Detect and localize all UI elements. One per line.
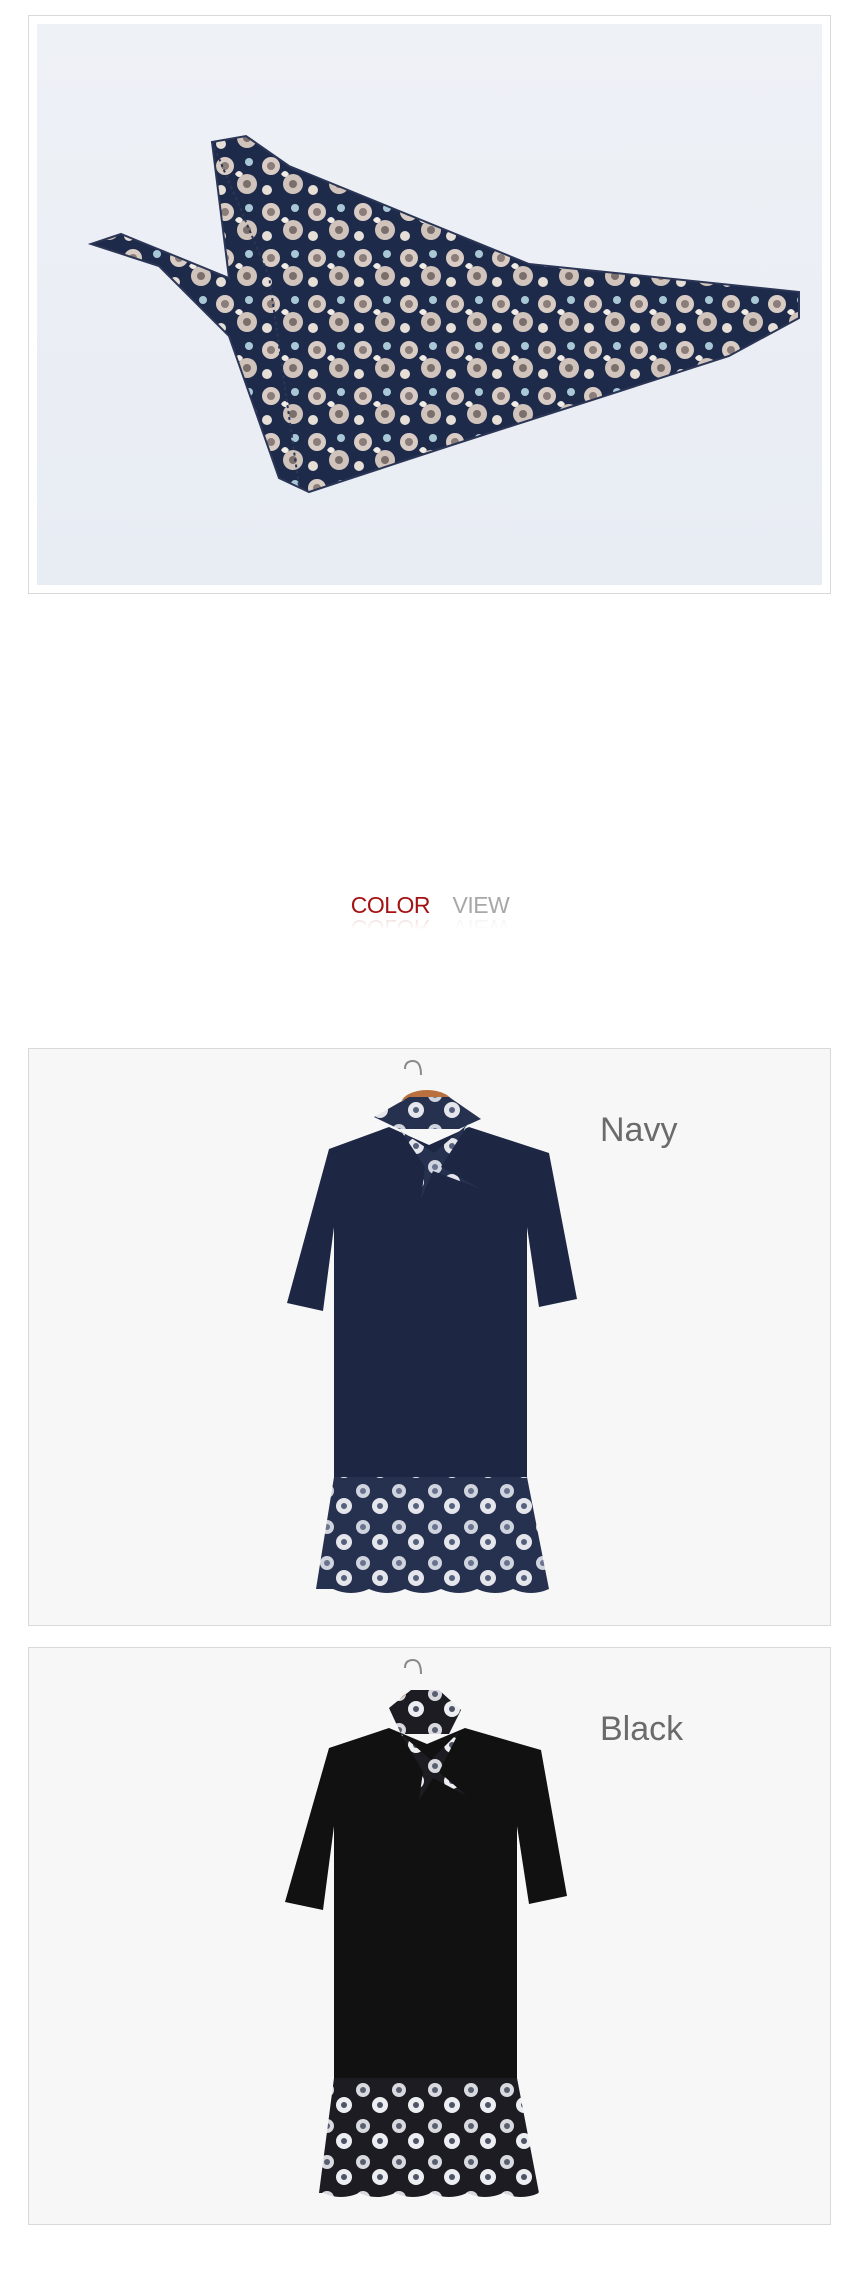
navy-dress-image	[287, 1059, 577, 1593]
navy-dress-photo-frame: Navy	[28, 1048, 831, 1626]
color-label-black: Black	[600, 1710, 684, 1748]
floral-scarf-image	[87, 134, 800, 494]
black-dress-image	[285, 1658, 567, 2197]
scarf-photo-frame	[28, 15, 831, 594]
black-dress-photo-frame: Black	[28, 1647, 831, 2225]
heading-word-view: VIEW VIEW	[452, 892, 510, 941]
heading-reflection: COLOR	[350, 915, 431, 941]
color-view-heading: COLOR COLOR VIEW VIEW	[0, 892, 860, 941]
color-label-navy: Navy	[600, 1111, 678, 1149]
heading-word-color: COLOR COLOR	[350, 892, 431, 941]
heading-reflection: VIEW	[452, 915, 510, 941]
